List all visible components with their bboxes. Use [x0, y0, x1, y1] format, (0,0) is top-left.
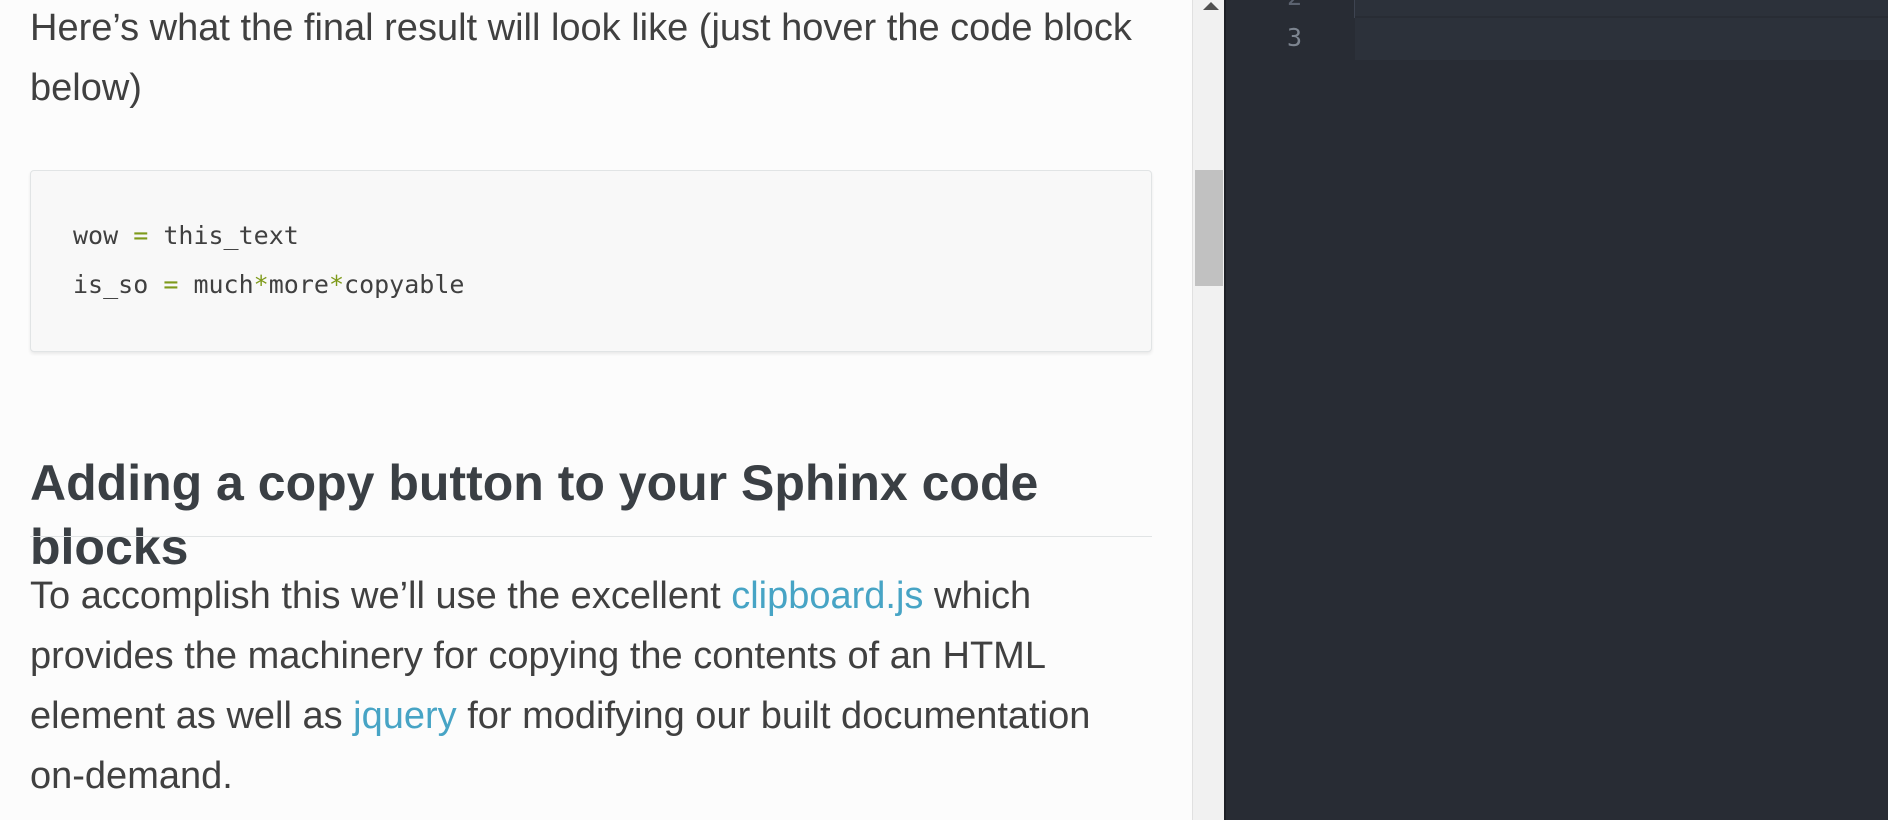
- code-line-2: is_so = much*more*copyable: [73, 270, 464, 299]
- documentation-pane: Here’s what the final result will look l…: [0, 0, 1192, 820]
- code-line-1: wow = this_text: [73, 221, 299, 250]
- intro-paragraph: Here’s what the final result will look l…: [30, 7, 1132, 109]
- code-editor-pane[interactable]: 2 3: [1224, 0, 1888, 820]
- clipboardjs-link[interactable]: clipboard.js: [731, 575, 923, 617]
- code-token: much: [193, 270, 254, 299]
- line-number-gutter: 2 3: [1226, 0, 1354, 820]
- editor-active-line[interactable]: [1355, 18, 1888, 60]
- code-token: is_so: [73, 270, 149, 299]
- section-heading: Adding a copy button to your Sphinx code…: [30, 455, 1039, 575]
- body-paragraph: To accomplish this we’ll use the excelle…: [30, 566, 1152, 806]
- line-number: 3: [1286, 23, 1302, 52]
- body-text: To accomplish this we’ll use the excelle…: [30, 575, 732, 617]
- code-token: wow: [73, 221, 119, 250]
- code-token: more: [268, 270, 329, 299]
- code-operator: =: [163, 270, 179, 299]
- code-operator: *: [328, 270, 345, 299]
- code-token: this_text: [163, 221, 299, 250]
- heading-divider: [30, 536, 1152, 537]
- line-number: 2: [1287, 0, 1302, 11]
- scrollbar-thumb[interactable]: [1195, 170, 1223, 286]
- code-operator: *: [253, 270, 269, 299]
- code-token: copyable: [344, 270, 465, 299]
- jquery-link[interactable]: jquery: [353, 695, 457, 737]
- editor-line[interactable]: [1355, 0, 1888, 16]
- vertical-scrollbar[interactable]: [1192, 0, 1225, 820]
- scroll-up-arrow-icon[interactable]: [1203, 2, 1219, 10]
- code-operator: =: [133, 221, 149, 250]
- code-block[interactable]: wow = this_text is_so = much*more*copyab…: [30, 170, 1152, 352]
